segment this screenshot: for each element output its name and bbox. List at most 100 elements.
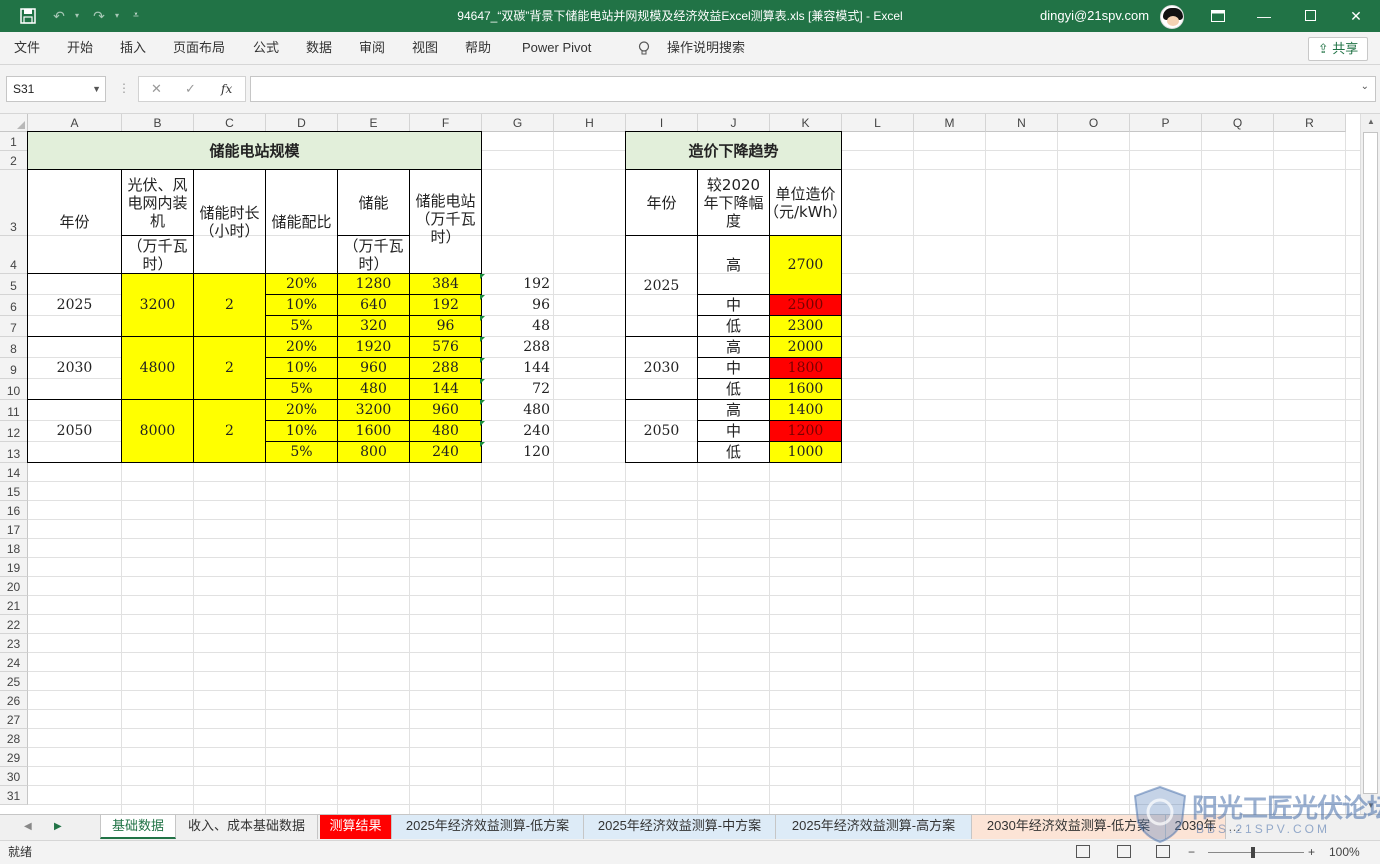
worksheet-grid[interactable]: A B C D E F G H I J K L M N O P Q R 1 2 3 4 5 6 7 8 9 10 11 12 13 14 15 1…	[0, 114, 1360, 814]
tab-basic-data[interactable]: 基础数据	[100, 815, 176, 839]
table2-level[interactable]: 高	[697, 336, 770, 358]
undo-icon[interactable]: ↶	[48, 0, 70, 32]
table1-capacity[interactable]: 4800	[121, 336, 194, 400]
table2-header-unit-cost[interactable]: 单位造价（元/kWh）	[764, 169, 847, 236]
row-header[interactable]: 26	[0, 691, 28, 710]
row-header[interactable]: 4	[0, 236, 28, 274]
table2-level[interactable]: 中	[697, 294, 770, 316]
table2-unit-cost[interactable]: 2500	[769, 294, 842, 316]
zoom-slider[interactable]	[1208, 852, 1304, 853]
table2-unit-cost[interactable]: 2300	[769, 315, 842, 337]
formula-bar-splitter[interactable]: ⋮	[118, 81, 130, 95]
table1-ratio[interactable]: 20%	[265, 336, 338, 358]
table2-level[interactable]: 中	[697, 420, 770, 442]
table1-ratio[interactable]: 20%	[265, 273, 338, 295]
table1-station[interactable]: 240	[409, 441, 485, 463]
expand-formula-icon[interactable]: ⌄	[1361, 81, 1369, 92]
table1-year[interactable]: 2025	[27, 273, 122, 337]
table1-storage[interactable]: 3200	[337, 399, 410, 421]
column-header[interactable]: G	[482, 114, 554, 132]
table1-station[interactable]: 192	[409, 294, 485, 316]
row-header[interactable]: 16	[0, 501, 28, 520]
menu-formulas[interactable]: 公式	[253, 32, 279, 64]
zoom-level[interactable]: 100%	[1329, 841, 1360, 863]
table1-storage[interactable]: 640	[337, 294, 410, 316]
table1-duration[interactable]: 2	[193, 273, 266, 337]
zoom-out-icon[interactable]: −	[1188, 841, 1195, 863]
table2-level[interactable]: 低	[697, 441, 770, 463]
page-break-view-icon[interactable]	[1156, 845, 1170, 858]
table1-header-year[interactable]: 年份	[27, 169, 122, 274]
table1-header-storage-unit[interactable]: （万千瓦时）	[337, 235, 410, 274]
row-header[interactable]: 29	[0, 748, 28, 767]
table2-header-decline[interactable]: 较2020年下降幅度	[697, 169, 770, 236]
row-header[interactable]: 18	[0, 539, 28, 558]
menu-help[interactable]: 帮助	[465, 32, 491, 64]
page-layout-view-icon[interactable]	[1117, 845, 1131, 858]
table2-year[interactable]: 2050	[625, 399, 698, 463]
table2-header-year[interactable]: 年份	[625, 169, 698, 236]
column-header[interactable]: F	[410, 114, 482, 132]
name-box[interactable]: S31 ▼	[6, 76, 106, 102]
tab-2025-mid[interactable]: 2025年经济效益测算-中方案	[584, 815, 776, 839]
ribbon-display-icon[interactable]	[1195, 0, 1241, 32]
table1-header-station[interactable]: 储能电站（万千瓦时）	[409, 169, 482, 274]
undo-dropdown-icon[interactable]: ▾	[70, 0, 84, 32]
row-header[interactable]: 8	[0, 337, 28, 358]
row-header[interactable]: 13	[0, 442, 28, 463]
table2-unit-cost[interactable]: 1400	[769, 399, 842, 421]
column-header[interactable]: M	[914, 114, 986, 132]
table1-station[interactable]: 96	[409, 315, 485, 337]
row-header[interactable]: 24	[0, 653, 28, 672]
row-header[interactable]: 30	[0, 767, 28, 786]
row-header[interactable]: 11	[0, 400, 28, 421]
table1-year[interactable]: 2050	[27, 399, 122, 463]
save-icon[interactable]	[14, 0, 42, 32]
column-header[interactable]: D	[266, 114, 338, 132]
column-header[interactable]: Q	[1202, 114, 1274, 132]
table1-header-storage[interactable]: 储能	[337, 169, 410, 236]
table2-unit-cost[interactable]: 1000	[769, 441, 842, 463]
column-header[interactable]: B	[122, 114, 194, 132]
row-header[interactable]: 1	[0, 132, 28, 151]
column-header[interactable]: E	[338, 114, 410, 132]
row-header[interactable]: 23	[0, 634, 28, 653]
minimize-icon[interactable]: —	[1241, 0, 1287, 32]
row-header[interactable]: 27	[0, 710, 28, 729]
table1-ratio[interactable]: 10%	[265, 420, 338, 442]
table2-level[interactable]: 低	[697, 378, 770, 400]
table1-col-g-value[interactable]: 96	[481, 294, 554, 316]
menu-review[interactable]: 审阅	[359, 32, 385, 64]
table1-header-capacity-unit[interactable]: （万千瓦时）	[121, 235, 194, 274]
column-header[interactable]: I	[626, 114, 698, 132]
row-header[interactable]: 17	[0, 520, 28, 539]
column-header[interactable]: N	[986, 114, 1058, 132]
row-header[interactable]: 6	[0, 295, 28, 316]
customize-qat-icon[interactable]: ⩡	[128, 0, 144, 32]
table1-col-g-value[interactable]: 240	[481, 420, 554, 442]
table1-header-duration[interactable]: 储能时长（小时）	[193, 169, 266, 274]
formula-input[interactable]: ⌄	[250, 76, 1376, 102]
table1-year[interactable]: 2030	[27, 336, 122, 400]
table1-station[interactable]: 480	[409, 420, 485, 442]
column-header[interactable]: H	[554, 114, 626, 132]
table1-duration[interactable]: 2	[193, 336, 266, 400]
redo-dropdown-icon[interactable]: ▾	[110, 0, 124, 32]
zoom-slider-knob[interactable]	[1251, 847, 1255, 858]
table1-ratio[interactable]: 10%	[265, 357, 338, 379]
row-header[interactable]: 10	[0, 379, 28, 400]
row-header[interactable]: 9	[0, 358, 28, 379]
zoom-in-icon[interactable]: +	[1308, 841, 1315, 863]
table1-storage[interactable]: 1920	[337, 336, 410, 358]
table1-station[interactable]: 288	[409, 357, 485, 379]
table2-level[interactable]: 高	[697, 235, 770, 295]
vertical-scrollbar[interactable]: ▲ ▼	[1360, 114, 1380, 814]
table1-capacity[interactable]: 8000	[121, 399, 194, 463]
table2-unit-cost[interactable]: 1800	[769, 357, 842, 379]
tab-2030-low[interactable]: 2030年经济效益测算-低方案	[972, 815, 1166, 839]
table1-storage[interactable]: 960	[337, 357, 410, 379]
menu-page-layout[interactable]: 页面布局	[173, 32, 225, 64]
column-header[interactable]: A	[28, 114, 122, 132]
table1-capacity[interactable]: 3200	[121, 273, 194, 337]
table1-ratio[interactable]: 5%	[265, 441, 338, 463]
